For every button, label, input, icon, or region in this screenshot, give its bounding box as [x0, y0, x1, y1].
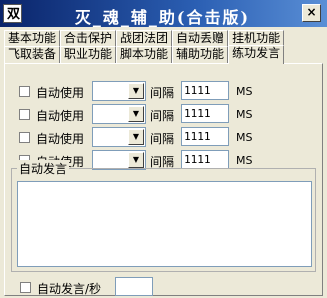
chevron-down-icon[interactable]: ▼	[128, 152, 144, 168]
auto-speech-interval-row: 自动发言/秒	[20, 277, 220, 297]
tab-assist[interactable]: 辅助功能	[172, 46, 229, 63]
tab-auto-drop[interactable]: 自动丢赠	[172, 30, 229, 47]
auto-use-row: 自动使用 ▼ 间隔 1111 MS	[19, 127, 319, 147]
tab-pickup[interactable]: 飞取装备	[4, 46, 61, 63]
auto-speech-interval-input[interactable]	[115, 277, 153, 296]
interval-label: 间隔	[150, 86, 175, 100]
chevron-down-icon[interactable]: ▼	[128, 129, 144, 145]
tab-panel: 自动使用 ▼ 间隔 1111 MS 自动使用 ▼ 间隔 1111 MS 自动使用…	[4, 63, 323, 296]
auto-speech-group-title: 自动发言	[17, 160, 70, 177]
interval-input[interactable]: 1111	[181, 81, 229, 100]
interval-input[interactable]: 1111	[181, 104, 229, 123]
item-select[interactable]: ▼	[92, 81, 146, 101]
interval-unit: MS	[236, 85, 253, 98]
chevron-down-icon[interactable]: ▼	[128, 83, 144, 99]
tab-row-bottom: 飞取装备 职业功能 脚本功能 辅助功能 练功发言	[4, 45, 285, 64]
auto-use-label: 自动使用	[36, 132, 85, 146]
auto-use-row: 自动使用 ▼ 间隔 1111 MS	[19, 81, 319, 101]
auto-speech-interval-label: 自动发言/秒	[37, 282, 102, 296]
auto-speech-group: 自动发言	[11, 160, 316, 272]
interval-label: 间隔	[150, 109, 175, 123]
interval-label: 间隔	[150, 132, 175, 146]
interval-input[interactable]: 1111	[181, 150, 229, 169]
app-icon: 双	[3, 4, 22, 23]
auto-use-checkbox[interactable]	[19, 109, 30, 120]
auto-speech-checkbox[interactable]	[20, 282, 31, 293]
auto-use-checkbox[interactable]	[19, 86, 30, 97]
close-button[interactable]: ×	[302, 4, 321, 22]
interval-unit: MS	[236, 154, 253, 167]
chevron-down-icon[interactable]: ▼	[128, 106, 144, 122]
tab-guild[interactable]: 战团法团	[116, 30, 173, 47]
auto-use-label: 自动使用	[36, 86, 85, 100]
auto-speech-textarea[interactable]	[17, 181, 312, 267]
tab-script[interactable]: 脚本功能	[116, 46, 173, 63]
window-title: 灭_魂_辅_助(合击版)	[74, 8, 251, 27]
item-select[interactable]: ▼	[92, 127, 146, 147]
interval-unit: MS	[236, 131, 253, 144]
interval-input[interactable]: 1111	[181, 127, 229, 146]
item-select[interactable]: ▼	[92, 150, 146, 170]
tab-basic[interactable]: 基本功能	[4, 30, 61, 47]
title-bar[interactable]: 双 灭_魂_辅_助(合击版) ×	[0, 0, 327, 27]
tab-training-speech[interactable]: 练功发言	[228, 45, 285, 64]
interval-unit: MS	[236, 108, 253, 121]
tab-combo-protect[interactable]: 合击保护	[60, 30, 117, 47]
item-select[interactable]: ▼	[92, 104, 146, 124]
auto-use-label: 自动使用	[36, 109, 85, 123]
auto-use-checkbox[interactable]	[19, 132, 30, 143]
tab-class[interactable]: 职业功能	[60, 46, 117, 63]
app-window: 双 灭_魂_辅_助(合击版) × 基本功能 合击保护 战团法团 自动丢赠 挂机功…	[0, 0, 327, 298]
auto-use-row: 自动使用 ▼ 间隔 1111 MS	[19, 104, 319, 124]
